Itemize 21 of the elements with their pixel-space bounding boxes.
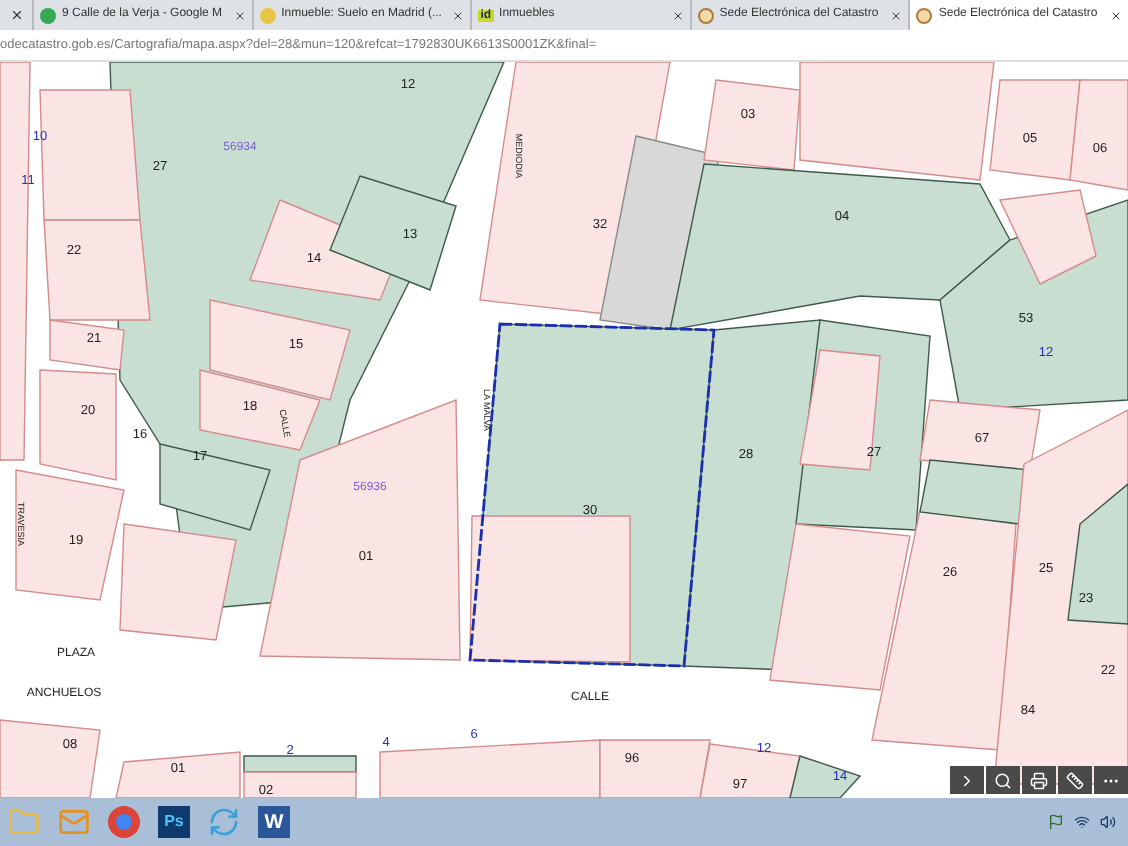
close-icon[interactable] (1109, 9, 1122, 21)
close-icon[interactable] (233, 9, 246, 21)
map-tool-button[interactable] (1022, 766, 1056, 794)
close-icon[interactable] (890, 9, 903, 21)
flag-icon[interactable] (1048, 814, 1064, 830)
map-tool-button[interactable] (986, 766, 1020, 794)
search-icon (994, 771, 1012, 789)
network-icon[interactable] (1074, 814, 1090, 830)
close-icon[interactable] (452, 9, 465, 21)
map-tool-button[interactable] (1058, 766, 1092, 794)
emblem-icon (916, 7, 933, 23)
ruler-icon (1066, 771, 1084, 789)
close-icon[interactable] (671, 9, 684, 21)
map-tool-button[interactable] (950, 766, 984, 794)
volume-icon[interactable] (1100, 814, 1116, 830)
photoshop-icon[interactable]: Ps (158, 806, 190, 838)
word-icon[interactable]: W (258, 806, 290, 838)
emblem-icon (697, 7, 714, 23)
close-icon[interactable] (9, 8, 23, 22)
chevron-right-icon (958, 771, 976, 789)
printer-icon (1030, 771, 1048, 789)
